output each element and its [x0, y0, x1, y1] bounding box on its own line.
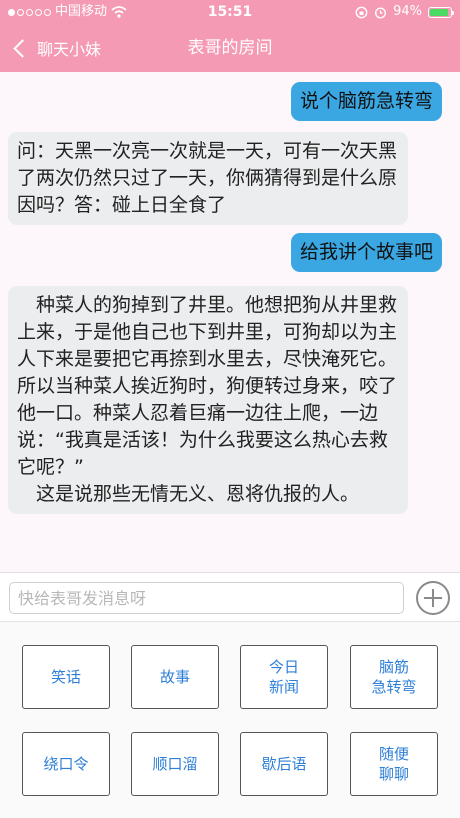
input-bar — [0, 572, 460, 622]
battery-icon — [428, 6, 454, 18]
status-bar: 中国移动 15:51 94% — [0, 0, 460, 24]
alarm-icon — [375, 6, 387, 19]
header-bar: 中国移动 15:51 94% 聊天小妹 表哥的房间 — [0, 0, 460, 72]
quick-button-tongue-twister[interactable]: 绕口令 — [22, 732, 110, 796]
story-paragraph: 种菜人的狗掉到了井里。他想把狗从井里救上来，于是他自己也下到井里，可狗却以为主人… — [17, 294, 398, 478]
battery-percent: 94% — [393, 4, 422, 19]
add-icon[interactable] — [416, 581, 450, 615]
bot-message: 问：天黑一次亮一次就是一天，可有一次天黑了两次仍然只过了一天，你俩猜得到是什么原… — [8, 132, 408, 225]
quick-button-stories[interactable]: 故事 — [131, 645, 219, 709]
story-paragraph: 这是说那些无情无义、恩将仇报的人。 — [17, 483, 360, 505]
bot-message: 种菜人的狗掉到了井里。他想把狗从井里救上来，于是他自己也下到井里，可狗却以为主人… — [8, 286, 408, 514]
quick-button-casual-chat[interactable]: 随便 聊聊 — [350, 732, 438, 796]
rotation-lock-icon — [355, 6, 368, 18]
page-title: 表哥的房间 — [187, 38, 273, 58]
quick-button-jokes[interactable]: 笑话 — [22, 645, 110, 709]
quick-button-doggerel[interactable]: 顺口溜 — [131, 732, 219, 796]
user-message: 给我讲个故事吧 — [290, 233, 442, 272]
quick-button-news[interactable]: 今日 新闻 — [240, 645, 328, 709]
chat-area[interactable]: 说个脑筋急转弯 问：天黑一次亮一次就是一天，可有一次天黑了两次仍然只过了一天，你… — [0, 72, 460, 572]
quick-reply-panel: 笑话 故事 今日 新闻 脑筋 急转弯 绕口令 顺口溜 歇后语 随便 聊聊 — [0, 622, 460, 818]
quick-button-xiehouyu[interactable]: 歇后语 — [240, 732, 328, 796]
status-right: 94% — [355, 0, 454, 24]
nav-bar: 聊天小妹 表哥的房间 — [0, 24, 460, 72]
quick-button-brain-teaser[interactable]: 脑筋 急转弯 — [350, 645, 438, 709]
user-message: 说个脑筋急转弯 — [290, 82, 442, 121]
message-input[interactable] — [9, 582, 404, 614]
